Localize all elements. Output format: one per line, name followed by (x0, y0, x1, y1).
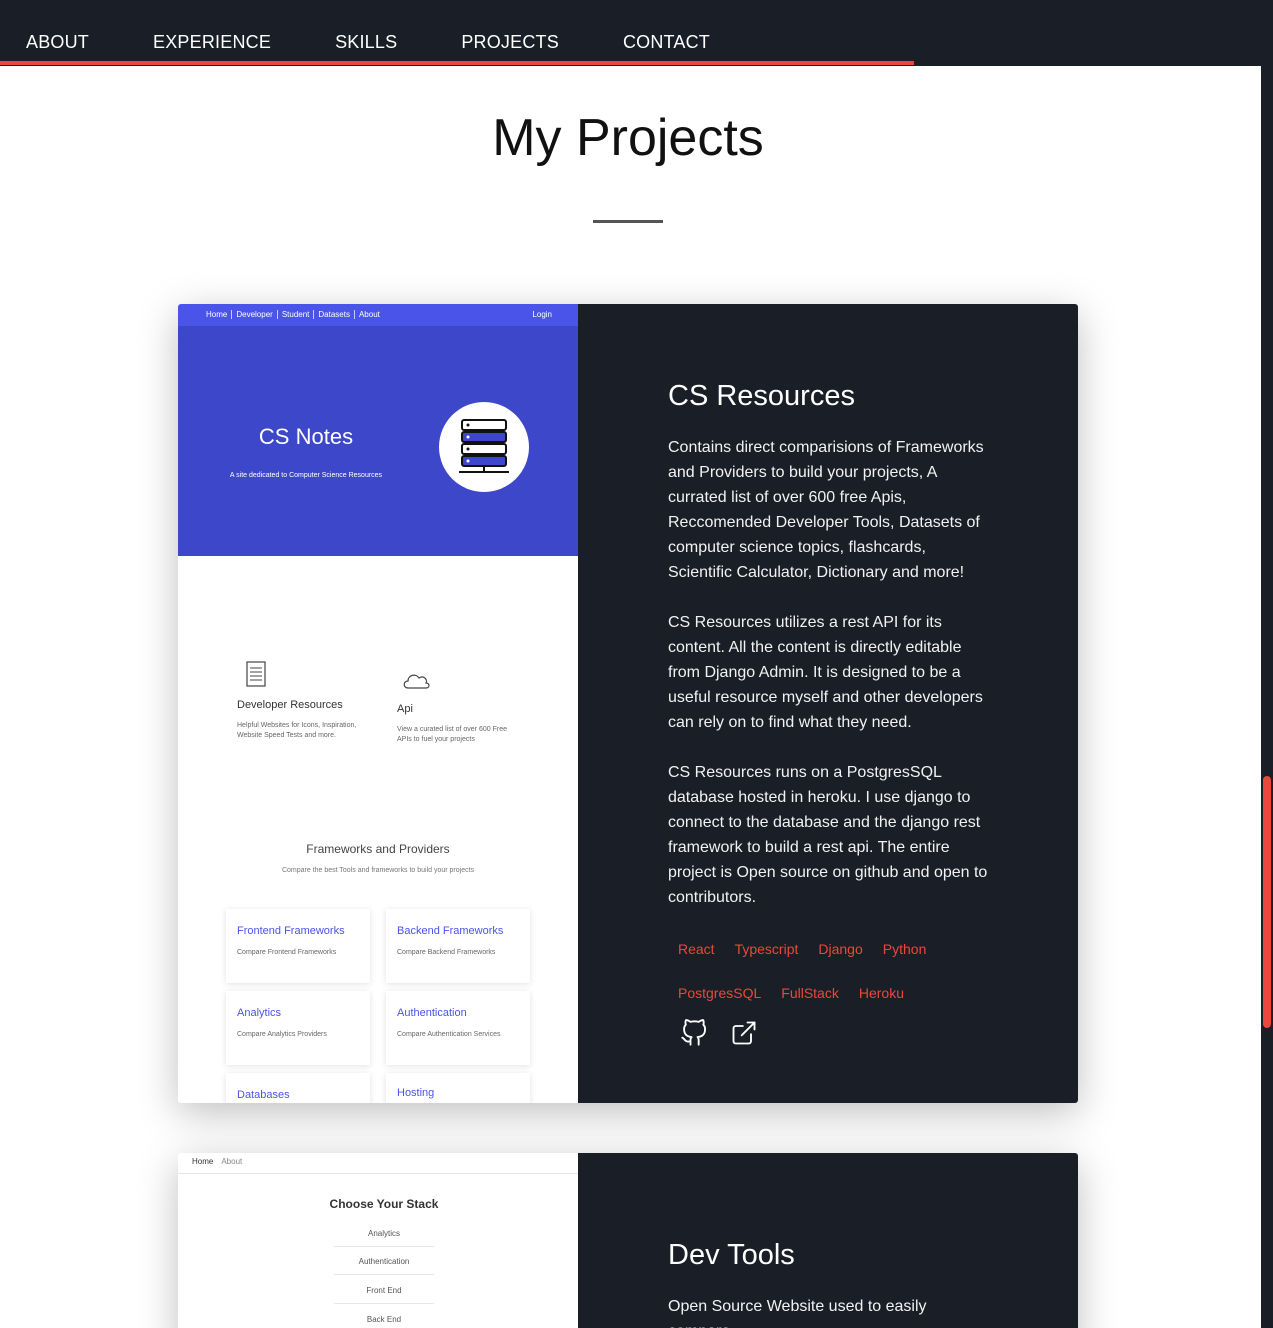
title-divider (593, 220, 663, 223)
mock-stack-item: Authentication (334, 1257, 434, 1275)
tag-react[interactable]: React (668, 935, 725, 963)
project-description: Contains direct comparisions of Framewor… (668, 439, 984, 581)
tag-heroku[interactable]: Heroku (849, 979, 914, 1007)
mock-navbar: Home Developer Student Datasets About Lo… (178, 304, 578, 326)
mock-stack-item: Front End (334, 1286, 434, 1304)
server-stack-icon (439, 402, 529, 492)
top-navbar: ABOUT EXPERIENCE SKILLS PROJECTS CONTACT (0, 0, 1273, 66)
hero-wave (178, 532, 578, 552)
scrollbar-thumb[interactable] (1263, 776, 1271, 1028)
cloud-icon (403, 674, 430, 689)
mock-box-text: Compare Analytics Providers (237, 1031, 327, 1038)
project-title: CS Resources (668, 380, 855, 412)
project-title: Dev Tools (668, 1239, 795, 1271)
project-card: Home Developer Student Datasets About Lo… (178, 304, 1078, 1103)
mock-nav-about: About (221, 1157, 243, 1166)
tag-django[interactable]: Django (808, 935, 872, 963)
mock-navbar: Home About (192, 1157, 242, 1166)
project-description: CS Resources runs on a PostgresSQL datab… (668, 764, 988, 906)
document-icon (246, 661, 266, 687)
scroll-progress-bar (0, 61, 914, 65)
mock-feature-text: View a curated list of over 600 Free API… (397, 726, 507, 743)
nav-link-about[interactable]: ABOUT (26, 32, 89, 53)
mock-box-title: Analytics (237, 1007, 282, 1019)
mock-nav-about: About (358, 310, 380, 319)
mock-box-title: Frontend Frameworks (237, 925, 345, 937)
nav-link-contact[interactable]: CONTACT (623, 32, 710, 53)
mock-box-analytics: Analytics Compare Analytics Providers (226, 991, 370, 1065)
mock-nav-home: Home (192, 1157, 214, 1166)
mock-box-text: Compare Frontend Frameworks (237, 949, 337, 956)
mock-box-hosting: Hosting (386, 1073, 530, 1103)
mock-feature-title: Developer Resources (237, 699, 343, 711)
mock-nav-datasets: Datasets (314, 310, 355, 319)
mock-box-text: Compare Authentication Services (397, 1031, 501, 1038)
mock-box-authentication: Authentication Compare Authentication Se… (386, 991, 530, 1065)
mock-box-title: Hosting (397, 1087, 435, 1099)
mock-feature-api: Api View a curated list of over 600 Free… (397, 670, 517, 745)
project-description: Open Source Website used to easily compa… (668, 1298, 927, 1328)
nav-links: ABOUT EXPERIENCE SKILLS PROJECTS CONTACT (0, 32, 710, 53)
mock-box-backend: Backend Frameworks Compare Backend Frame… (386, 909, 530, 983)
mock-login: Login (532, 310, 552, 319)
mock-box-databases: Databases (226, 1073, 370, 1103)
project-info: CS Resources Contains direct comparision… (578, 304, 1078, 1103)
mock-feature-developer: Developer Resources Helpful Websites for… (237, 660, 367, 741)
nav-link-projects[interactable]: PROJECTS (461, 32, 559, 53)
project-screenshot[interactable]: Home About Choose Your Stack Analytics Au… (178, 1153, 578, 1328)
mock-frameworks-subtitle: Compare the best Tools and frameworks to… (281, 867, 475, 874)
section-title: My Projects (492, 109, 764, 167)
mock-stack-item: Analytics (334, 1229, 434, 1247)
project-screenshot[interactable]: Home Developer Student Datasets About Lo… (178, 304, 578, 1103)
mock-stack-title: Choose Your Stack (329, 1197, 439, 1211)
tag-fullstack[interactable]: FullStack (771, 979, 849, 1007)
nav-link-skills[interactable]: SKILLS (335, 32, 397, 53)
project-links (680, 1019, 988, 1047)
external-link-icon[interactable] (730, 1019, 758, 1047)
mock-hero: CS Notes A site dedicated to Computer Sc… (178, 326, 578, 556)
mock-divider (178, 1173, 578, 1174)
mock-box-title: Backend Frameworks (397, 925, 504, 937)
project-description: CS Resources utilizes a rest API for its… (668, 614, 983, 731)
project-card: Home About Choose Your Stack Analytics Au… (178, 1153, 1078, 1328)
mock-feature-title: Api (397, 703, 413, 715)
mock-nav-student: Student (278, 310, 315, 319)
tag-typescript[interactable]: Typescript (725, 935, 809, 963)
project-info: Dev Tools Open Source Website used to ea… (578, 1153, 1078, 1328)
nav-link-experience[interactable]: EXPERIENCE (153, 32, 271, 53)
mock-stack-item: Back End (334, 1315, 434, 1328)
project-tags: React Typescript Django Python PostgresS… (668, 935, 1008, 1023)
github-icon[interactable] (680, 1019, 708, 1047)
mock-box-frontend: Frontend Frameworks Compare Frontend Fra… (226, 909, 370, 983)
mock-hero-subtitle: A site dedicated to Computer Science Res… (229, 472, 383, 479)
mock-box-title: Authentication (397, 1007, 467, 1019)
tag-postgressql[interactable]: PostgresSQL (668, 979, 771, 1007)
mock-feature-text: Helpful Websites for Icons, Inspiration,… (237, 722, 357, 739)
tag-python[interactable]: Python (873, 935, 937, 963)
mock-nav-developer: Developer (232, 310, 278, 319)
mock-frameworks-title: Frameworks and Providers (306, 842, 450, 856)
scrollbar-track[interactable] (1261, 66, 1273, 1328)
mock-nav-home: Home (202, 310, 233, 319)
mock-box-text: Compare Backend Frameworks (397, 949, 496, 956)
mock-hero-title: CS Notes (258, 424, 354, 449)
mock-box-title: Databases (237, 1089, 290, 1101)
